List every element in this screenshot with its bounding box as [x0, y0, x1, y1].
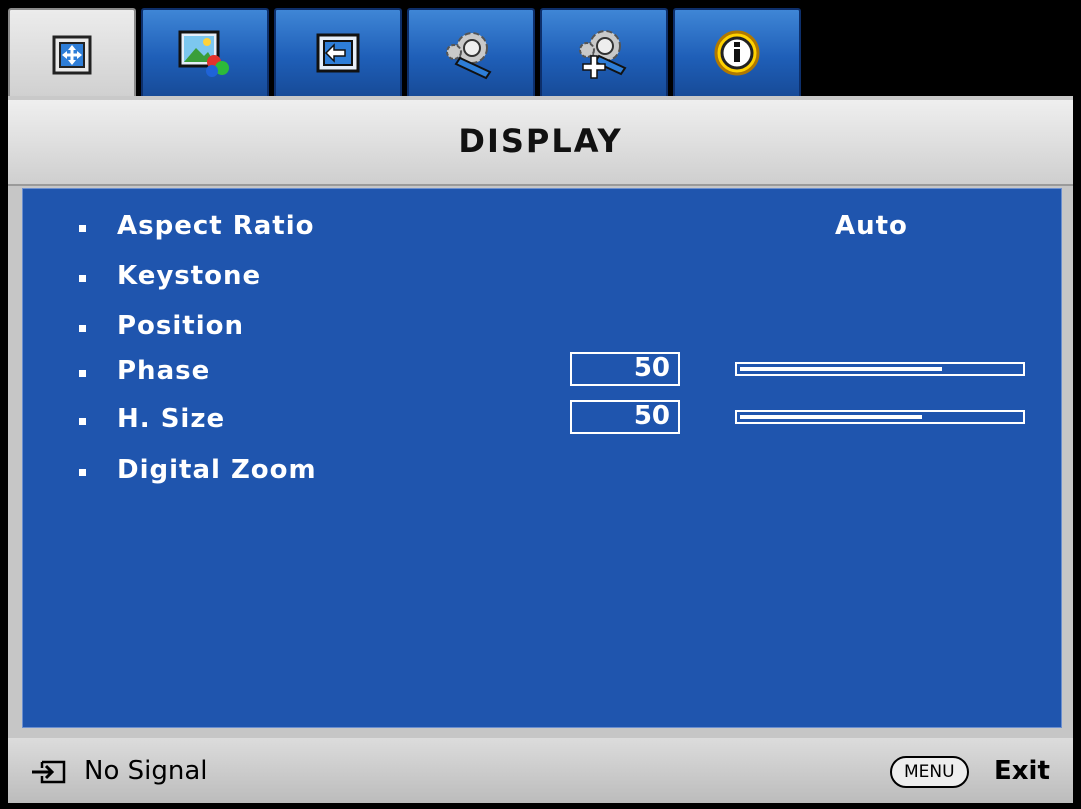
bullet-icon — [79, 225, 86, 232]
phase-value: 50 — [633, 353, 670, 383]
h-size-slider-fill — [740, 415, 922, 419]
h-size-slider[interactable] — [735, 410, 1025, 424]
setup-advanced-icon — [574, 23, 634, 83]
menu-item-keystone[interactable]: Keystone — [23, 257, 1061, 297]
menu-item-label: H. Size — [117, 404, 226, 434]
h-size-value-box: 50 — [570, 400, 680, 434]
menu-panel: Aspect Ratio Auto Keystone Position Phas… — [8, 186, 1073, 738]
menu-key-button[interactable]: MENU — [890, 756, 969, 788]
menu-item-label: Aspect Ratio — [117, 211, 315, 241]
setup-basic-icon — [441, 23, 501, 83]
menu-item-phase[interactable]: Phase 50 — [23, 352, 1061, 392]
bullet-icon — [79, 418, 86, 425]
signal-status-text: No Signal — [84, 756, 208, 786]
menu-list: Aspect Ratio Auto Keystone Position Phas… — [22, 188, 1062, 728]
status-bar: No Signal MENU Exit — [8, 738, 1073, 803]
source-icon — [308, 23, 368, 83]
tab-picture[interactable] — [141, 8, 269, 96]
h-size-value: 50 — [633, 401, 670, 431]
aspect-ratio-value: Auto — [835, 211, 908, 241]
tab-source[interactable] — [274, 8, 402, 96]
picture-icon — [175, 23, 235, 83]
menu-item-label: Keystone — [117, 261, 262, 291]
tab-information[interactable] — [673, 8, 801, 96]
input-source-icon — [30, 760, 66, 784]
menu-item-h-size[interactable]: H. Size 50 — [23, 400, 1061, 440]
menu-item-label: Position — [117, 311, 245, 341]
menu-item-label: Digital Zoom — [117, 455, 317, 485]
menu-header: DISPLAY — [8, 100, 1073, 186]
information-icon — [707, 23, 767, 83]
phase-value-box: 50 — [570, 352, 680, 386]
bullet-icon — [79, 370, 86, 377]
bullet-icon — [79, 325, 86, 332]
tab-display[interactable] — [8, 8, 136, 100]
menu-item-aspect-ratio[interactable]: Aspect Ratio Auto — [23, 207, 1061, 247]
menu-item-position[interactable]: Position — [23, 307, 1061, 347]
menu-item-label: Phase — [117, 356, 211, 386]
page-title: DISPLAY — [458, 122, 623, 160]
menu-item-digital-zoom[interactable]: Digital Zoom — [23, 451, 1061, 491]
phase-slider[interactable] — [735, 362, 1025, 376]
display-icon — [42, 25, 102, 85]
tab-setup-advanced[interactable] — [540, 8, 668, 96]
phase-slider-fill — [740, 367, 942, 371]
tab-bar — [0, 0, 1081, 100]
bullet-icon — [79, 469, 86, 476]
exit-label: Exit — [994, 756, 1050, 786]
tab-setup-basic[interactable] — [407, 8, 535, 96]
bullet-icon — [79, 275, 86, 282]
